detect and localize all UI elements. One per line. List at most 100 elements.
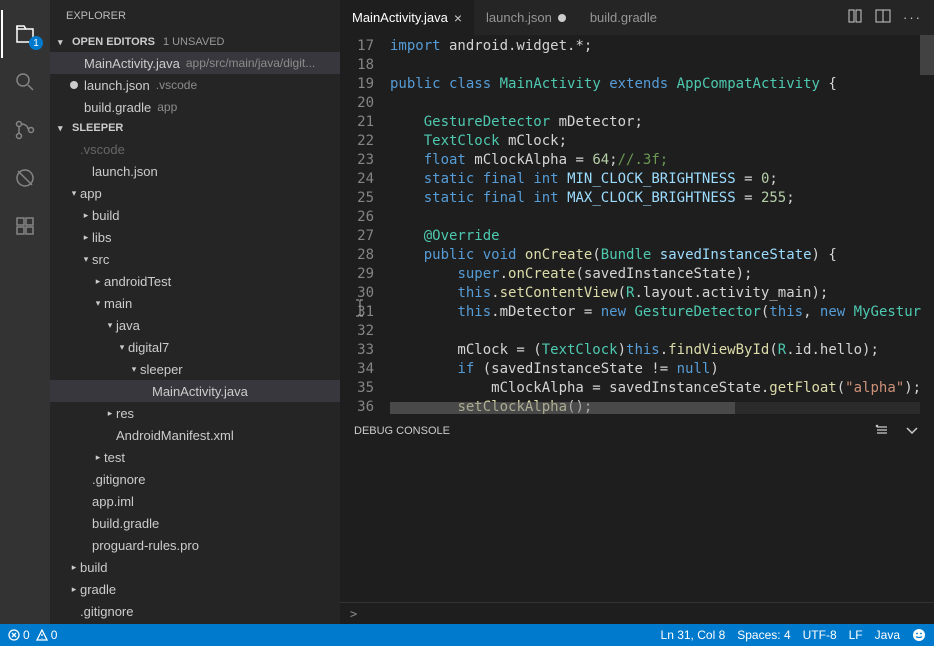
file-item[interactable]: app.iml [50,490,340,512]
feedback-icon[interactable] [912,628,926,642]
status-indentation[interactable]: Spaces: 4 [737,628,790,642]
tree-label: .gitignore [92,472,145,487]
folder-item[interactable]: ▾app [50,182,340,204]
folder-item[interactable]: ▾main [50,292,340,314]
status-bar: 0 0 Ln 31, Col 8 Spaces: 4 UTF-8 LF Java [0,624,934,646]
folder-item[interactable]: ▸test [50,446,340,468]
tree-label: gradle [80,582,116,597]
file-path: app/src/main/java/digit... [186,56,315,70]
editor-tab[interactable]: launch.json [474,0,578,35]
activity-bar: 1 [0,0,50,624]
chevron-down-icon: ▾ [104,320,116,331]
editor-group: MainActivity.java× launch.json build.gradl… [340,0,934,624]
status-errors[interactable]: 0 [8,628,30,642]
chevron-right-icon: ▸ [104,408,116,419]
chevron-down-icon: ▾ [80,254,92,265]
file-item[interactable]: .gitignore [50,468,340,490]
file-item[interactable]: proguard-rules.pro [50,534,340,556]
modified-dot-icon [70,81,78,89]
status-cursor-position[interactable]: Ln 31, Col 8 [661,628,726,642]
file-name: build.gradle [84,100,151,115]
chevron-right-icon: ▸ [80,210,92,221]
split-editor-icon[interactable] [875,8,891,27]
status-language[interactable]: Java [875,628,900,642]
file-item[interactable]: .vscode [50,138,340,160]
status-eol[interactable]: LF [849,628,863,642]
editor[interactable]: 1718192021222324252627282930313233343536… [340,35,934,414]
chevron-down-icon: ▾ [116,342,128,353]
tree-label: java [116,318,140,333]
tree-label: test [104,450,125,465]
chevron-down-icon[interactable] [904,422,920,441]
file-path: app [157,100,177,114]
debug-icon[interactable] [1,154,49,202]
chevron-right-icon: ▸ [92,452,104,463]
folder-item[interactable]: ▸build [50,556,340,578]
close-icon[interactable]: × [454,10,462,26]
line-numbers: 1718192021222324252627282930313233343536 [340,35,390,414]
chevron-right-icon: ▸ [68,584,80,595]
file-item[interactable]: build.gradle [50,512,340,534]
folder-item[interactable]: ▸libs [50,226,340,248]
status-encoding[interactable]: UTF-8 [803,628,837,642]
tree-label: build [92,208,119,223]
open-editors-list: MainActivity.java app/src/main/java/digit… [50,52,340,118]
tab-bar: MainActivity.java× launch.json build.gradl… [340,0,934,35]
folder-item[interactable]: ▸gradle [50,578,340,600]
folder-item[interactable]: ▸androidTest [50,270,340,292]
folder-item[interactable]: ▸res [50,402,340,424]
file-name: MainActivity.java [84,56,180,71]
file-item[interactable]: launch.json [50,160,340,182]
extensions-icon[interactable] [1,202,49,250]
unsaved-badge: 1 Unsaved [163,36,225,48]
tree-label: launch.json [92,164,158,179]
explorer-icon[interactable]: 1 [1,10,49,58]
sidebar: Explorer ▾ Open Editors 1 Unsaved MainAc… [50,0,340,624]
breadcrumb[interactable]: > [340,602,934,624]
tree-label: digital7 [128,340,169,355]
chevron-down-icon: ▾ [58,37,68,48]
tree-label: proguard-rules.pro [92,538,199,553]
folder-item[interactable]: ▾src [50,248,340,270]
open-editor-item[interactable]: launch.json.vscode [50,74,340,96]
modified-dot-icon [558,14,566,22]
tree-label: androidTest [104,274,171,289]
tree-label: .gitignore [80,604,133,619]
tree-label: libs [92,230,112,245]
file-tree: .vscodelaunch.json▾app▸build▸libs▾src▸an… [50,138,340,624]
editor-tab[interactable]: MainActivity.java× [340,0,474,35]
tree-label: app [80,186,102,201]
chevron-right-icon: ▸ [68,562,80,573]
more-actions-icon[interactable]: ··· [903,10,922,25]
editor-tab[interactable]: build.gradle [578,0,669,35]
scrollbar-vertical[interactable] [920,35,934,75]
code-content[interactable]: import android.widget.*; public class Ma… [390,35,934,414]
compare-changes-icon[interactable] [847,8,863,27]
scrollbar-horizontal[interactable] [390,402,920,414]
tree-label: .vscode [80,142,125,157]
file-item[interactable]: MainActivity.java [50,380,340,402]
folder-item[interactable]: ▾sleeper [50,358,340,380]
open-editor-item[interactable]: build.gradle app [50,96,340,118]
open-editor-item[interactable]: MainActivity.java app/src/main/java/digit… [50,52,340,74]
clear-console-icon[interactable] [874,422,890,441]
folder-item[interactable]: ▸build [50,204,340,226]
folder-item[interactable]: ▾digital7 [50,336,340,358]
chevron-right-icon: ▸ [80,232,92,243]
tab-label: launch.json [486,10,552,25]
open-editors-header[interactable]: ▾ Open Editors 1 Unsaved [50,32,340,52]
tree-label: AndroidManifest.xml [116,428,234,443]
file-item[interactable]: .gitignore [50,600,340,622]
tree-label: src [92,252,109,267]
panel-title[interactable]: Debug Console [354,425,450,437]
sidebar-title: Explorer [50,0,340,32]
workspace-header[interactable]: ▾ Sleeper [50,118,340,138]
search-icon[interactable] [1,58,49,106]
status-warnings[interactable]: 0 [36,628,58,642]
tree-label: build [80,560,107,575]
source-control-icon[interactable] [1,106,49,154]
tree-label: main [104,296,132,311]
folder-item[interactable]: ▾java [50,314,340,336]
file-item[interactable]: AndroidManifest.xml [50,424,340,446]
tree-label: build.gradle [92,516,159,531]
